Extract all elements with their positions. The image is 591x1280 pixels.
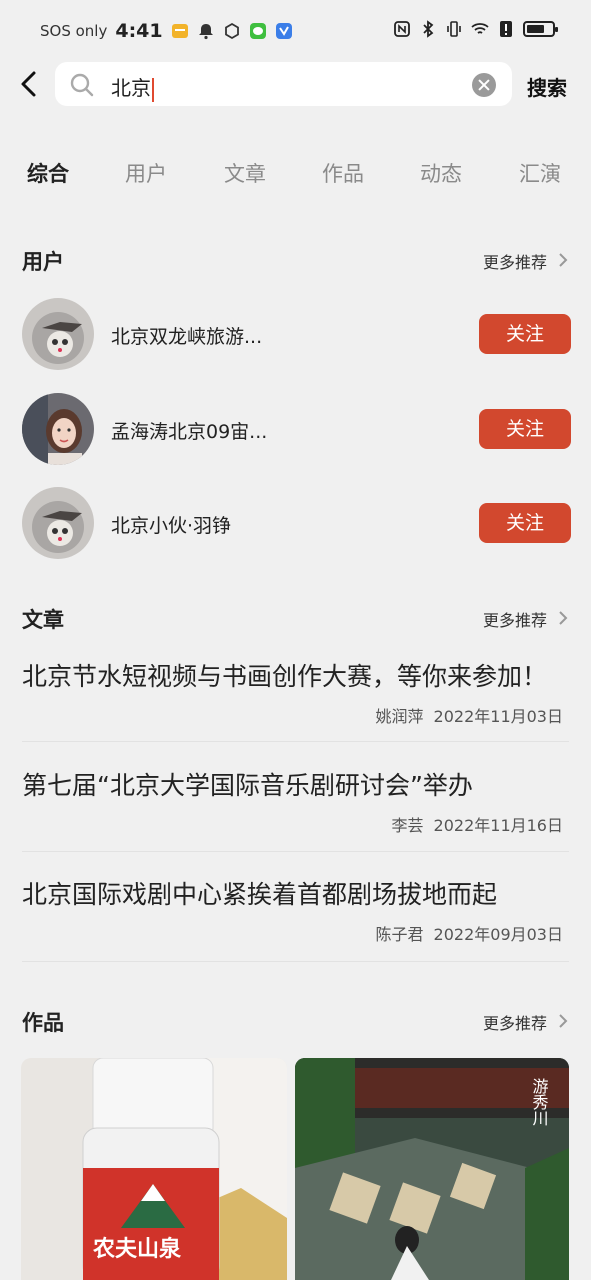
- search-box[interactable]: 北京: [55, 62, 512, 106]
- tab-articles[interactable]: 文章: [224, 158, 266, 188]
- users-section-header: 用户 更多推荐: [22, 246, 571, 276]
- tab-overview[interactable]: 综合: [27, 158, 69, 188]
- wallet-icon: [171, 24, 188, 38]
- divider: [22, 851, 569, 852]
- article-date: 2022年09月03日: [433, 925, 563, 944]
- bird-app-icon: [275, 23, 292, 39]
- article-author: 姚润萍: [375, 707, 424, 726]
- back-arrow-icon[interactable]: [16, 68, 44, 100]
- bell-icon: [198, 24, 213, 40]
- search-query: 北京: [111, 76, 151, 100]
- article-item[interactable]: 北京国际戏剧中心紧挨着首都剧场拔地而起 陈子君 2022年09月03日: [22, 875, 563, 985]
- water-bottle-photo: 农夫山泉: [21, 1058, 287, 1280]
- clock: 4:41: [115, 20, 163, 42]
- bluetooth-icon: [423, 20, 434, 38]
- article-title[interactable]: 第七届“北京大学国际音乐剧研讨会”举办: [22, 766, 473, 802]
- search-header: 北京 搜索: [0, 62, 591, 106]
- article-meta: 陈子君 2022年09月03日: [366, 921, 563, 945]
- articles-section-header: 文章 更多推荐: [22, 604, 571, 634]
- follow-button[interactable]: 关注: [479, 503, 571, 543]
- chevron-right-icon[interactable]: [557, 610, 569, 626]
- user-name: 北京小伙·羽铮: [111, 515, 232, 537]
- user-item[interactable]: 北京小伙·羽铮 关注: [22, 487, 571, 559]
- cartoon-avatar-icon: [22, 487, 94, 559]
- article-date: 2022年11月03日: [433, 707, 563, 726]
- vibrate-icon: [447, 21, 461, 37]
- alert-icon: [500, 21, 512, 37]
- section-title: 作品: [22, 1011, 64, 1035]
- article-item[interactable]: 第七届“北京大学国际音乐剧研讨会”举办 李芸 2022年11月16日: [22, 766, 563, 876]
- cartoon-avatar-icon: [22, 298, 94, 370]
- bottle-label-text: 农夫山泉: [92, 1236, 182, 1262]
- photo-avatar-icon: [22, 393, 94, 465]
- clear-icon[interactable]: [472, 73, 496, 97]
- cube-icon: [224, 22, 239, 40]
- work-thumbnail[interactable]: 游秀川: [295, 1058, 569, 1280]
- battery-level: [527, 25, 544, 33]
- work-thumbnail[interactable]: 农夫山泉: [21, 1058, 287, 1280]
- follow-button[interactable]: 关注: [479, 314, 571, 354]
- chevron-right-icon[interactable]: [557, 252, 569, 268]
- avatar[interactable]: [22, 487, 94, 559]
- nfc-icon: [394, 21, 410, 37]
- article-meta: 李芸 2022年11月16日: [382, 812, 563, 836]
- avatar[interactable]: [22, 298, 94, 370]
- section-title: 文章: [22, 608, 64, 632]
- category-tabs: 综合 用户 文章 作品 动态 汇演: [0, 158, 591, 192]
- article-meta: 姚润萍 2022年11月03日: [366, 703, 563, 727]
- watermark-text: 游秀川: [530, 1078, 549, 1126]
- tab-works[interactable]: 作品: [322, 158, 364, 188]
- more-works-link[interactable]: 更多推荐: [483, 1010, 547, 1034]
- user-item[interactable]: 北京双龙峡旅游... 关注: [22, 298, 571, 370]
- works-section-header: 作品 更多推荐: [22, 1007, 571, 1037]
- courtyard-dance-photo: 游秀川: [295, 1058, 569, 1280]
- more-articles-link[interactable]: 更多推荐: [483, 607, 547, 631]
- section-title: 用户: [22, 250, 64, 274]
- article-title[interactable]: 北京节水短视频与书画创作大赛，等你来参加！: [22, 657, 547, 693]
- wechat-icon: [249, 23, 266, 39]
- carrier-text: SOS only: [40, 22, 108, 40]
- wifi-icon: [471, 23, 489, 34]
- article-author: 李芸: [391, 816, 424, 835]
- avatar[interactable]: [22, 393, 94, 465]
- divider: [22, 961, 569, 962]
- battery-icon: [523, 21, 558, 37]
- divider: [22, 741, 569, 742]
- search-button[interactable]: 搜索: [527, 72, 567, 101]
- chevron-right-icon[interactable]: [557, 1013, 569, 1029]
- tab-performances[interactable]: 汇演: [519, 158, 561, 188]
- user-name: 孟海涛北京09宙...: [111, 421, 268, 443]
- article-item[interactable]: 北京节水短视频与书画创作大赛，等你来参加！ 姚润萍 2022年11月03日: [22, 657, 563, 767]
- tab-moments[interactable]: 动态: [420, 158, 462, 188]
- follow-button[interactable]: 关注: [479, 409, 571, 449]
- article-date: 2022年11月16日: [433, 816, 563, 835]
- article-title[interactable]: 北京国际戏剧中心紧挨着首都剧场拔地而起: [22, 875, 497, 911]
- article-author: 陈子君: [375, 925, 424, 944]
- more-users-link[interactable]: 更多推荐: [483, 249, 547, 273]
- tab-users[interactable]: 用户: [125, 158, 167, 188]
- search-icon: [70, 73, 94, 97]
- text-cursor: [152, 77, 154, 102]
- user-name: 北京双龙峡旅游...: [111, 326, 263, 348]
- status-bar: SOS only 4:41: [0, 0, 591, 64]
- search-input[interactable]: 北京: [111, 72, 154, 102]
- user-item[interactable]: 孟海涛北京09宙... 关注: [22, 393, 571, 465]
